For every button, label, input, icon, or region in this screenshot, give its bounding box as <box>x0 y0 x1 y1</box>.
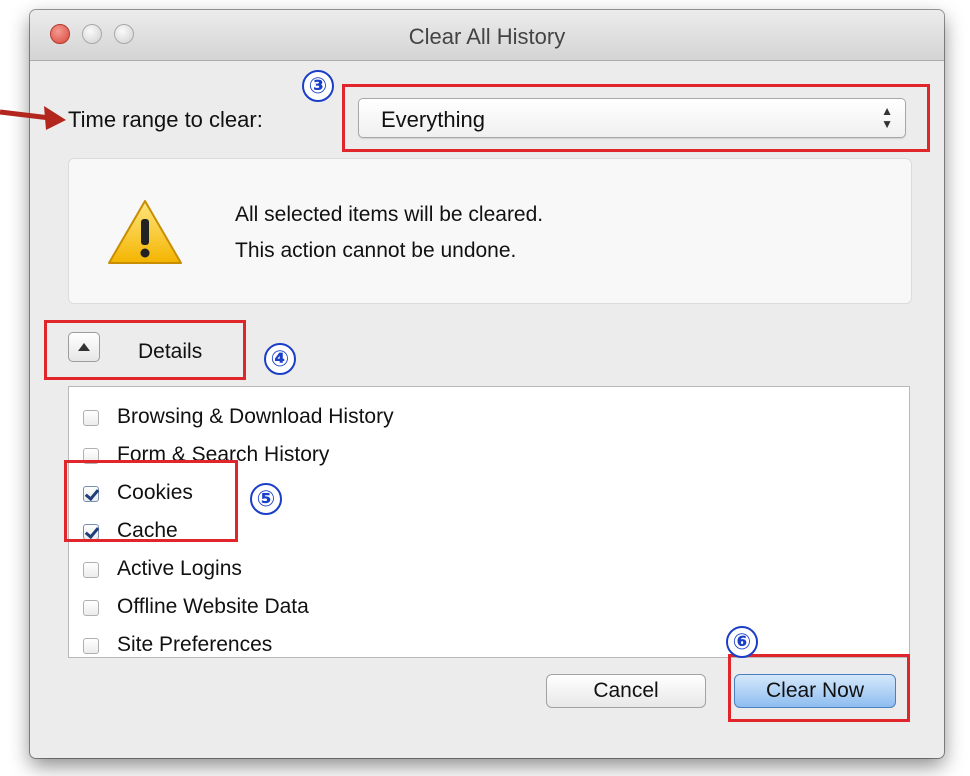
time-range-label: Time range to clear: <box>68 107 263 132</box>
item-label: Offline Website Data <box>117 595 309 618</box>
checkbox-site-preferences[interactable] <box>83 638 99 654</box>
highlight-time-range <box>342 84 930 152</box>
title-bar: Clear All History <box>30 10 944 61</box>
step-marker-5: ⑤ <box>250 483 282 515</box>
warning-text-line-2: This action cannot be undone. <box>235 239 517 262</box>
item-label: Site Preferences <box>117 633 273 656</box>
checkbox-offline-data[interactable] <box>83 600 99 616</box>
warning-text-line-1: All selected items will be cleared. <box>235 203 544 226</box>
cancel-button[interactable]: Cancel <box>546 674 706 708</box>
window-title: Clear All History <box>408 24 566 49</box>
item-label: Active Logins <box>117 557 242 580</box>
highlight-cookies-cache <box>64 460 238 542</box>
highlight-details <box>44 320 246 380</box>
arrow-right-icon <box>0 106 66 130</box>
checkbox-browsing-history[interactable] <box>83 410 99 426</box>
step-marker-6: ⑥ <box>726 626 758 658</box>
step-marker-3: ③ <box>302 70 334 102</box>
item-label: Browsing & Download History <box>117 405 394 428</box>
checkbox-active-logins[interactable] <box>83 562 99 578</box>
warning-panel: All selected items will be cleared. This… <box>68 158 912 304</box>
highlight-clear-now <box>728 654 910 722</box>
step-marker-4: ④ <box>264 343 296 375</box>
warning-icon <box>108 200 182 264</box>
